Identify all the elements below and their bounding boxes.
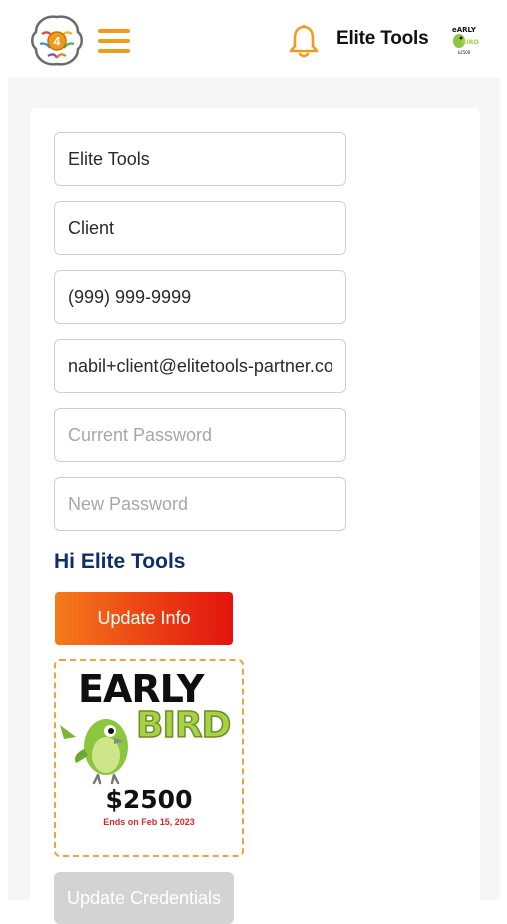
hamburger-menu-icon[interactable] — [98, 29, 130, 55]
svg-text:$2500: $2500 — [458, 50, 471, 55]
current-password-field[interactable] — [54, 408, 346, 462]
promo-bird-text: BIRD — [135, 704, 232, 747]
brand-name: Elite Tools — [336, 28, 429, 49]
top-navigation-bar: 4 Elite Tools eARLY BIRD $2500 — [0, 0, 507, 78]
svg-text:eARLY: eARLY — [452, 26, 477, 34]
new-password-field[interactable] — [54, 477, 346, 531]
email-field[interactable] — [54, 339, 346, 393]
early-bird-promo-banner[interactable]: EARLY BIRD $2500 Ends on Feb 15, 2023 — [54, 659, 244, 857]
svg-text:4: 4 — [54, 35, 61, 49]
promo-price: $2500 — [105, 785, 193, 814]
bell-icon[interactable] — [288, 24, 320, 58]
phone-field[interactable] — [54, 270, 346, 324]
svg-text:BIRD: BIRD — [461, 38, 479, 46]
greeting-text: Hi Elite Tools — [54, 550, 186, 573]
last-name-field[interactable] — [54, 201, 346, 255]
update-info-button[interactable]: Update Info — [55, 592, 233, 645]
first-name-field[interactable] — [54, 132, 346, 186]
brain-gear-logo-icon[interactable]: 4 — [28, 12, 86, 70]
promo-end-date: Ends on Feb 15, 2023 — [103, 817, 195, 827]
update-credentials-button[interactable]: Update Credentials — [54, 872, 234, 924]
early-bird-avatar-icon[interactable]: eARLY BIRD $2500 — [449, 24, 479, 56]
